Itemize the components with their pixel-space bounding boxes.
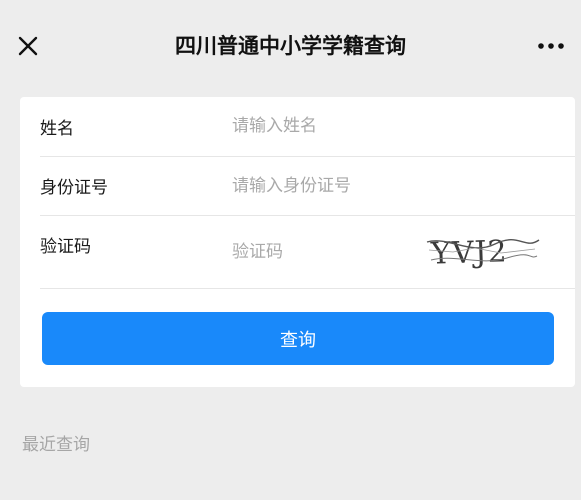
captcha-input[interactable] xyxy=(232,240,412,264)
name-row: 姓名 xyxy=(40,97,575,157)
id-number-row: 身份证号 xyxy=(40,157,575,216)
captcha-image[interactable]: YVJ2 xyxy=(425,230,541,272)
recent-queries-heading: 最近查询 xyxy=(22,435,90,455)
name-input[interactable] xyxy=(232,114,432,138)
captcha-image-graphic: YVJ2 xyxy=(426,234,540,272)
more-button[interactable] xyxy=(531,28,571,64)
close-icon xyxy=(18,36,38,56)
id-number-label: 身份证号 xyxy=(40,178,108,198)
query-submit-button[interactable]: 查询 xyxy=(42,312,554,365)
page-title: 四川普通中小学学籍查询 xyxy=(175,34,406,58)
captcha-row: 验证码 YVJ2 xyxy=(40,216,575,289)
more-horizontal-icon xyxy=(538,43,564,49)
captcha-label: 验证码 xyxy=(40,237,91,257)
query-form-card: 姓名 身份证号 验证码 YVJ2 查询 xyxy=(20,97,575,387)
captcha-image-text: YVJ2 xyxy=(429,234,508,272)
close-button[interactable] xyxy=(10,28,46,64)
id-number-input[interactable] xyxy=(232,174,432,198)
nav-bar: 四川普通中小学学籍查询 xyxy=(0,0,581,84)
name-label: 姓名 xyxy=(40,119,74,139)
